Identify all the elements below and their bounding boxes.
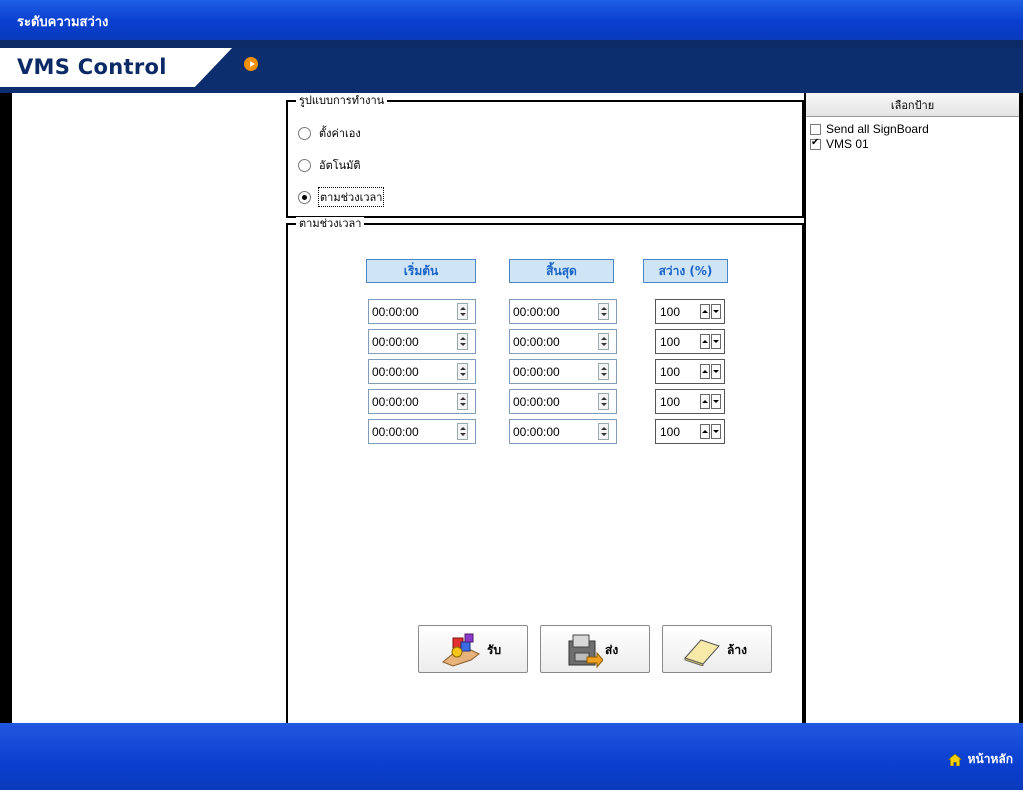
header-brightness: สว่าง (%) — [643, 259, 728, 283]
send-icon — [568, 634, 603, 669]
brand-strip — [0, 40, 1023, 48]
time-spinner[interactable] — [598, 393, 609, 410]
checkbox[interactable] — [810, 137, 821, 150]
brightness-field[interactable]: 100 — [655, 419, 725, 444]
send-label: ส่ง — [605, 643, 619, 657]
decrement-arrow-icon[interactable] — [711, 304, 721, 319]
panel-divider — [804, 93, 806, 723]
time-spinner[interactable] — [457, 393, 468, 410]
window-titlebar: ระดับความสว่าง — [0, 0, 1023, 40]
increment-arrow-icon[interactable] — [700, 334, 710, 349]
mode-group-legend: รูปแบบการทำงาน — [296, 94, 388, 108]
checkbox[interactable] — [810, 123, 821, 135]
increment-arrow-icon[interactable] — [700, 394, 710, 409]
eraser-icon — [684, 639, 720, 666]
decrement-arrow-icon[interactable] — [711, 424, 721, 439]
send-button[interactable]: ส่ง — [540, 625, 650, 673]
end-time-field[interactable]: 00:00:00 — [509, 419, 617, 444]
start-time-value: 00:00:00 — [372, 425, 419, 439]
decrement-arrow-icon[interactable] — [711, 364, 721, 379]
brand-band: VMS Control — [0, 40, 1023, 93]
radio-label: อัตโนมัติ — [319, 159, 361, 172]
radio-label: ตามช่วงเวลา — [317, 187, 385, 207]
time-spinner[interactable] — [457, 363, 468, 380]
end-time-value: 00:00:00 — [513, 365, 560, 379]
header-end: สิ้นสุด — [509, 259, 614, 283]
time-spinner[interactable] — [598, 363, 609, 380]
start-time-value: 00:00:00 — [372, 305, 419, 319]
receive-button[interactable]: รับ — [418, 625, 528, 673]
window-title: ระดับความสว่าง — [17, 15, 109, 30]
time-spinner[interactable] — [598, 303, 609, 320]
time-spinner[interactable] — [598, 333, 609, 350]
header-start: เริ่มต้น — [366, 259, 476, 283]
time-spinner[interactable] — [457, 303, 468, 320]
increment-arrow-icon[interactable] — [700, 364, 710, 379]
main-content: รูปแบบการทำงาน ตั้งค่าเอง อัตโนมัติ ตามช… — [12, 93, 1019, 725]
sign-item-label: Send all SignBoard — [826, 122, 929, 136]
brightness-field[interactable]: 100 — [655, 389, 725, 414]
time-spinner[interactable] — [457, 423, 468, 440]
end-time-field[interactable]: 00:00:00 — [509, 359, 617, 384]
time-spinner[interactable] — [457, 333, 468, 350]
mode-group: รูปแบบการทำงาน ตั้งค่าเอง อัตโนมัติ ตามช… — [286, 94, 804, 218]
sign-list-header: เลือกป้าย — [806, 93, 1019, 117]
radio-button[interactable] — [298, 158, 311, 172]
schedule-group: ตามช่วงเวลา เริ่มต้น สิ้นสุด สว่าง (%) 0… — [286, 217, 804, 725]
increment-arrow-icon[interactable] — [700, 424, 710, 439]
start-time-field[interactable]: 00:00:00 — [368, 329, 476, 354]
brightness-value: 100 — [660, 335, 681, 349]
receive-label: รับ — [487, 643, 502, 657]
start-time-field[interactable]: 00:00:00 — [368, 419, 476, 444]
radio-button[interactable] — [298, 190, 311, 204]
start-time-field[interactable]: 00:00:00 — [368, 359, 476, 384]
home-icon — [947, 753, 962, 766]
schedule-group-legend: ตามช่วงเวลา — [296, 217, 365, 231]
brightness-field[interactable]: 100 — [655, 329, 725, 354]
clear-button[interactable]: ล้าง — [662, 625, 772, 673]
receive-icon — [442, 633, 480, 667]
brightness-field[interactable]: 100 — [655, 359, 725, 384]
end-time-field[interactable]: 00:00:00 — [509, 389, 617, 414]
brightness-value: 100 — [660, 395, 681, 409]
brand-logo-text: VMS Control — [17, 55, 167, 79]
sign-item-label: VMS 01 — [826, 137, 869, 151]
radio-manual[interactable]: ตั้งค่าเอง — [298, 124, 361, 142]
home-label: หน้าหลัก — [967, 752, 1013, 766]
radio-auto[interactable]: อัตโนมัติ — [298, 156, 361, 174]
home-link[interactable]: หน้าหลัก — [947, 750, 1013, 769]
start-time-field[interactable]: 00:00:00 — [368, 389, 476, 414]
end-time-field[interactable]: 00:00:00 — [509, 329, 617, 354]
brightness-value: 100 — [660, 365, 681, 379]
radio-button[interactable] — [298, 126, 311, 140]
increment-arrow-icon[interactable] — [700, 304, 710, 319]
end-time-value: 00:00:00 — [513, 395, 560, 409]
end-time-value: 00:00:00 — [513, 335, 560, 349]
end-time-value: 00:00:00 — [513, 305, 560, 319]
sign-item-vms01[interactable]: VMS 01 — [810, 137, 869, 151]
footer-bar: หน้าหลัก — [0, 723, 1023, 790]
brightness-value: 100 — [660, 305, 681, 319]
brightness-field[interactable]: 100 — [655, 299, 725, 324]
time-spinner[interactable] — [598, 423, 609, 440]
decrement-arrow-icon[interactable] — [711, 394, 721, 409]
radio-schedule[interactable]: ตามช่วงเวลา — [298, 187, 385, 207]
radio-label: ตั้งค่าเอง — [319, 127, 361, 140]
start-time-field[interactable]: 00:00:00 — [368, 299, 476, 324]
decrement-arrow-icon[interactable] — [711, 334, 721, 349]
play-icon[interactable] — [244, 57, 258, 71]
start-time-value: 00:00:00 — [372, 335, 419, 349]
clear-label: ล้าง — [727, 643, 747, 657]
start-time-value: 00:00:00 — [372, 395, 419, 409]
start-time-value: 00:00:00 — [372, 365, 419, 379]
sign-item-all[interactable]: Send all SignBoard — [810, 122, 929, 136]
brightness-value: 100 — [660, 425, 681, 439]
end-time-value: 00:00:00 — [513, 425, 560, 439]
end-time-field[interactable]: 00:00:00 — [509, 299, 617, 324]
